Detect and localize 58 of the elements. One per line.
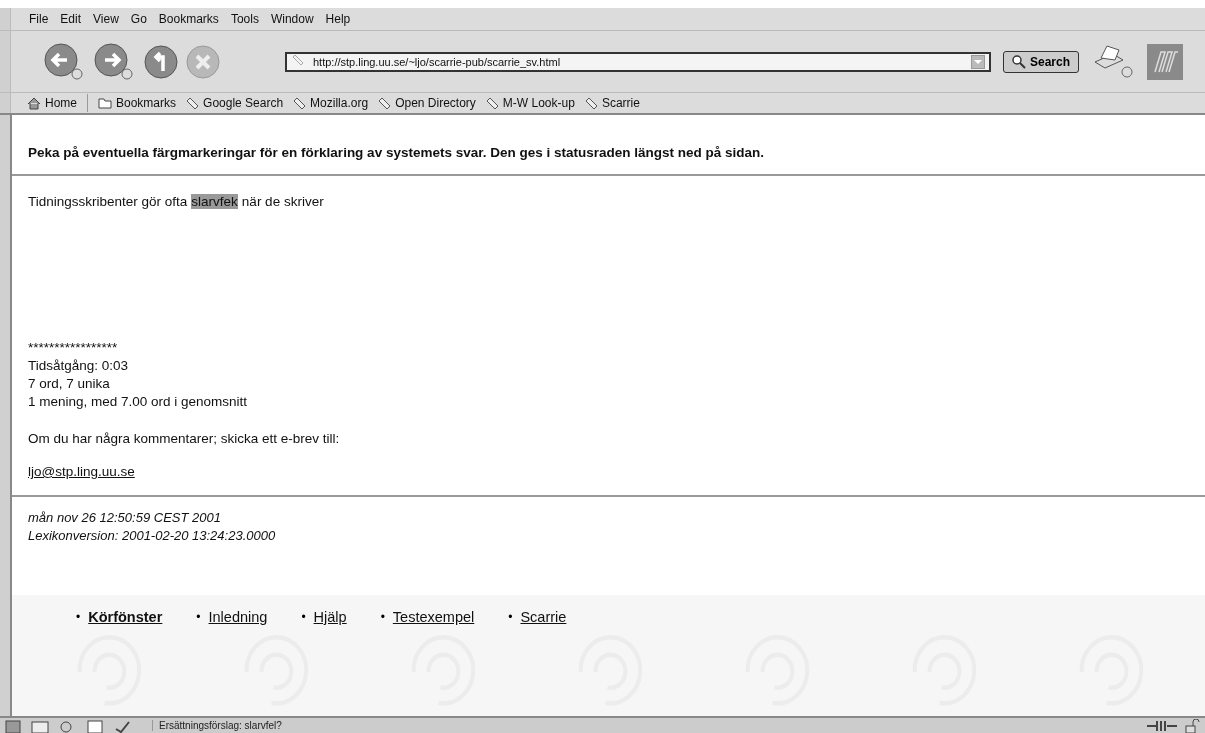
sentence-text: när de skriver [241,194,324,209]
connection-icon [1147,718,1177,733]
bullet: • [508,610,513,624]
bookmark-icon [378,96,392,110]
bookmark-item[interactable]: Mozilla.org [293,96,369,110]
toolbar-grip[interactable] [0,31,11,92]
email-link[interactable]: ljo@stp.ling.uu.se [28,464,135,479]
bookmark-icon [584,96,598,110]
search-icon [1012,54,1026,69]
address-field[interactable]: http://stp.ling.uu.se/~ljo/scarrie-pub/scarrie_sv.html [285,51,991,72]
bookmark-icon [293,96,307,110]
menu-item[interactable]: View [93,12,119,26]
logo-icon[interactable] [1147,43,1184,80]
bookmark-icon [485,96,499,110]
menu-item[interactable]: Tools [230,12,259,26]
menu-item[interactable]: Help [325,12,351,26]
bookmark-item[interactable]: M-W Look-up [485,96,575,110]
stats-line: ***************** [28,339,119,357]
bookmark-item[interactable]: Google Search [186,96,284,110]
bookmark-icon [186,96,200,110]
bullet: • [301,610,306,624]
status-text: Ersättningsförslag: slarvfel? [152,720,282,731]
menu-item[interactable]: Window [270,12,314,26]
nav-link[interactable]: Inledning [208,609,268,625]
reload-icon[interactable] [143,43,179,80]
bookmark-item[interactable]: Home [27,96,77,110]
flagged-word: slarvfek [191,194,238,209]
toolbar-grip[interactable] [0,8,11,30]
nav-link[interactable]: Testexempel [392,609,475,625]
stats-line: Tidsåtgång: 0:03 [28,357,130,375]
comment-text: Om du har några kommentarer; skicka ett e-brev till: [28,431,341,446]
menu-item[interactable]: File [29,12,49,26]
bullet: • [196,610,201,624]
nav-link[interactable]: Körfönster [88,609,163,625]
nav-link[interactable]: Scarrie [520,609,567,625]
stop-icon[interactable] [185,43,221,80]
house-icon [27,96,41,110]
stats-line: 7 ord, 7 unika [28,375,111,393]
footer-line: Lexikonversion: 2001-02-20 13:24:23.0000 [28,527,277,545]
bookmark-item[interactable]: Bookmarks [98,96,177,110]
instruction-text: Peka på eventuella färgmarkeringar för en förklaring av systemets svar. Den ges i statusraden längst ned på sidan. [28,145,766,160]
lock-icon [1185,718,1201,733]
nav-link[interactable]: Hjälp [313,609,347,625]
sentence-text: Tidningsskribenter gör ofta [28,194,188,209]
menu-item[interactable]: Bookmarks [158,12,219,26]
dropdown-icon[interactable] [971,54,985,69]
footer-line: mån nov 26 12:50:59 CEST 2001 [28,509,222,527]
bullet: • [76,610,81,624]
folder-icon [98,97,112,109]
menu-item[interactable]: Go [130,12,147,26]
bookmark-item[interactable]: Scarrie [584,96,640,110]
search-button[interactable]: Search [1003,50,1080,73]
sidebar-grip[interactable] [0,115,12,716]
toolbar-grip[interactable] [0,93,11,113]
stats-line: 1 mening, med 7.00 ord i genomsnitt [28,393,249,411]
bullet: • [380,610,385,624]
menu-item[interactable]: Edit [60,12,82,26]
bookmark-item[interactable]: Open Directory [378,96,476,110]
